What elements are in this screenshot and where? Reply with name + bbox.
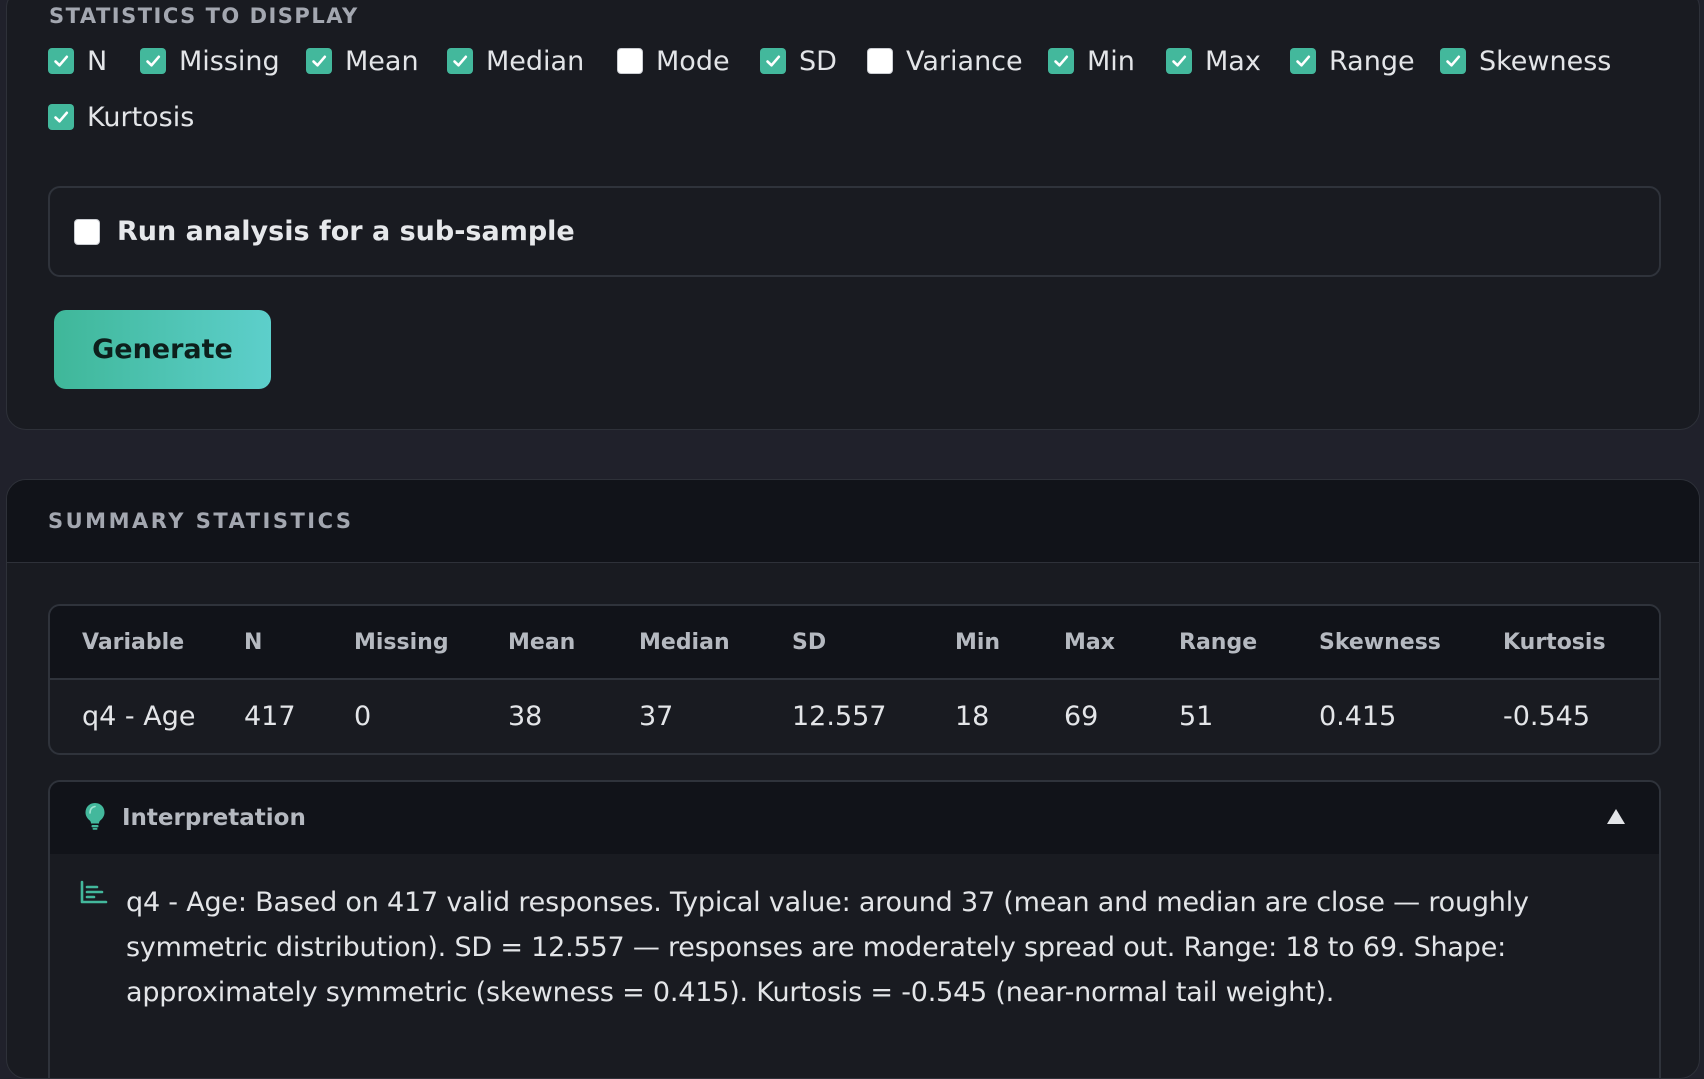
column-header: Variable: [50, 606, 244, 680]
option-label: Mean: [345, 45, 419, 77]
option-label: Range: [1329, 45, 1415, 77]
column-header: Median: [639, 606, 792, 680]
column-header: Mean: [508, 606, 639, 680]
summary-statistics-card: SUMMARY STATISTICS Variable N Missing Me…: [6, 479, 1700, 1079]
check-icon: [312, 55, 327, 67]
option-label: SD: [799, 45, 837, 77]
check-icon: [1446, 55, 1461, 67]
summary-section-label: SUMMARY STATISTICS: [48, 509, 354, 533]
option-median[interactable]: Median: [447, 45, 584, 77]
option-n[interactable]: N: [48, 45, 107, 77]
checkbox[interactable]: [48, 48, 74, 74]
option-label: Kurtosis: [87, 101, 195, 133]
subsample-checkbox[interactable]: [74, 218, 100, 245]
option-mode[interactable]: Mode: [617, 45, 730, 77]
column-header: Max: [1064, 606, 1179, 680]
option-label: Missing: [179, 45, 280, 77]
list-icon: [80, 880, 108, 911]
check-icon: [766, 55, 781, 67]
summary-header: SUMMARY STATISTICS: [7, 480, 1699, 563]
column-header: SD: [792, 606, 955, 680]
table-cell: q4 - Age: [82, 701, 196, 732]
option-skewness[interactable]: Skewness: [1440, 45, 1611, 77]
triangle-up-icon[interactable]: [1605, 806, 1627, 828]
option-label: Min: [1087, 45, 1135, 77]
checkbox[interactable]: [140, 48, 166, 74]
checkbox[interactable]: [1048, 48, 1074, 74]
column-header: Kurtosis: [1503, 606, 1659, 680]
option-missing[interactable]: Missing: [140, 45, 280, 77]
interpretation-text: q4 - Age: Based on 417 valid responses. …: [126, 887, 1529, 1008]
column-header: Skewness: [1319, 606, 1503, 680]
statistics-section-label: STATISTICS TO DISPLAY: [49, 4, 359, 28]
interpretation-body: q4 - Age: Based on 417 valid responses. …: [50, 854, 1659, 1015]
table-cell: -0.545: [1503, 701, 1591, 732]
check-icon: [54, 55, 69, 67]
interpretation-panel: Interpretation q4 - Age: Based on 417 va…: [48, 780, 1661, 1078]
table-cell: 37: [639, 701, 674, 732]
option-label: N: [87, 45, 108, 77]
option-label: Median: [486, 45, 585, 77]
check-icon: [146, 55, 161, 67]
table-cell: 38: [508, 701, 543, 732]
summary-table-container: Variable N Missing Mean Median SD Min Ma…: [48, 604, 1661, 755]
option-min[interactable]: Min: [1048, 45, 1135, 77]
check-icon: [1054, 55, 1069, 67]
check-icon: [1296, 55, 1311, 67]
table-cell: 12.557: [792, 701, 887, 732]
option-label: Mode: [656, 45, 730, 77]
option-max[interactable]: Max: [1166, 45, 1261, 77]
table-cell: 417: [244, 701, 296, 732]
statistics-options: N Missing Mean Median Mode SD Variance M…: [48, 45, 1648, 155]
interpretation-title: Interpretation: [122, 805, 306, 831]
option-sd[interactable]: SD: [760, 45, 837, 77]
header-row: Variable N Missing Mean Median SD Min Ma…: [50, 606, 1659, 680]
checkbox[interactable]: [1440, 48, 1466, 74]
table-cell: 18: [955, 701, 990, 732]
checkbox[interactable]: [867, 48, 893, 74]
checkbox[interactable]: [1166, 48, 1192, 74]
option-label: Skewness: [1479, 45, 1612, 77]
column-header: Range: [1179, 606, 1319, 680]
lightbulb-icon: [84, 802, 106, 835]
table-row: q4 - Age 417 0 38 37 12.557 18 69 51 0.4…: [50, 679, 1659, 753]
checkbox[interactable]: [447, 48, 473, 74]
statistics-settings-card: STATISTICS TO DISPLAY N Missing Mean Med…: [6, 0, 1700, 430]
summary-table: Variable N Missing Mean Median SD Min Ma…: [50, 606, 1659, 753]
option-range[interactable]: Range: [1290, 45, 1415, 77]
checkbox[interactable]: [48, 104, 74, 130]
column-header: Min: [955, 606, 1064, 680]
checkbox[interactable]: [617, 48, 643, 74]
table-cell: 69: [1064, 701, 1099, 732]
option-label: Max: [1205, 45, 1261, 77]
interpretation-header[interactable]: Interpretation: [50, 782, 1659, 854]
table-header: Variable N Missing Mean Median SD Min Ma…: [50, 606, 1659, 680]
checkbox[interactable]: [760, 48, 786, 74]
subsample-option[interactable]: Run analysis for a sub-sample: [48, 186, 1661, 277]
column-header: Missing: [354, 606, 508, 680]
check-icon: [1172, 55, 1187, 67]
table-cell: 0: [354, 701, 372, 732]
check-icon: [453, 55, 468, 67]
subsample-label: Run analysis for a sub-sample: [117, 216, 575, 247]
column-header: N: [244, 606, 354, 680]
option-variance[interactable]: Variance: [867, 45, 1023, 77]
table-cell: 0.415: [1319, 701, 1397, 732]
option-kurtosis[interactable]: Kurtosis: [48, 101, 194, 133]
generate-button[interactable]: Generate: [54, 310, 271, 389]
option-mean[interactable]: Mean: [306, 45, 419, 77]
checkbox[interactable]: [1290, 48, 1316, 74]
checkbox[interactable]: [306, 48, 332, 74]
table-cell: 51: [1179, 701, 1214, 732]
check-icon: [54, 111, 69, 123]
option-label: Variance: [906, 45, 1023, 77]
